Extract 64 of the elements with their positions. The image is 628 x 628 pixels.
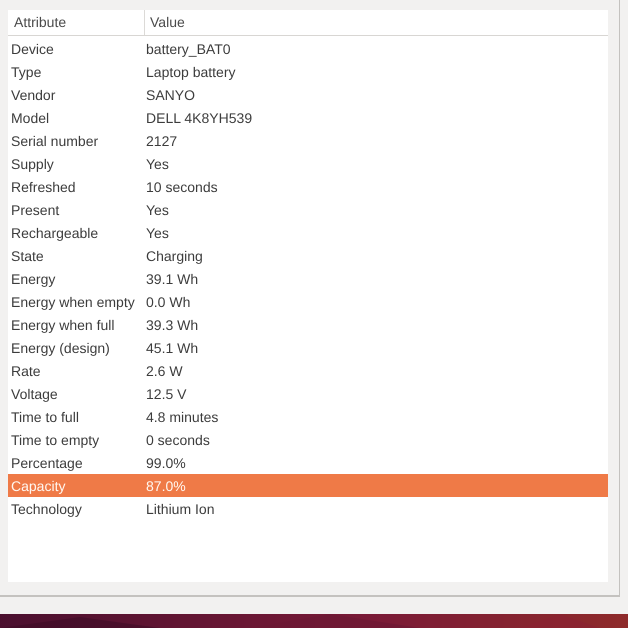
value-cell: 87.0% [146,478,186,494]
attribute-cell-text: Refreshed [10,178,77,194]
attribute-cell-text: Energy when full [10,316,116,332]
value-cell: 45.1 Wh [146,340,198,356]
attribute-cell-text: State [10,248,45,264]
value-cell: 0 seconds [146,432,210,448]
column-header[interactable]: Value [145,10,608,35]
table-row[interactable]: Device battery_BAT0 [8,37,608,60]
attribute-cell-text: Device [10,40,55,56]
value-cell: 0.0 Wh [146,294,190,310]
table-row[interactable]: Time to empty 0 seconds [8,428,608,451]
table-row[interactable]: Type Laptop battery [8,60,608,83]
value-cell: 12.5 V [146,386,186,402]
attribute-cell-text: Voltage [10,386,59,402]
attribute-cell-text: Rechargeable [10,224,100,240]
attribute-cell-text: Time to empty [10,432,100,448]
table-row[interactable]: Serial number 2127 [8,129,608,152]
attribute-cell-text: Percentage [10,454,84,470]
table-row[interactable]: Model DELL 4K8YH539 [8,106,608,129]
table-row[interactable]: Percentage 99.0% [8,451,608,474]
value-cell: SANYO [146,86,196,102]
attribute-cell-text: Vendor [10,86,56,102]
attribute-cell-text: Serial number [10,132,100,148]
attribute-cell-text: Model [10,110,50,126]
attribute-cell-text: Time to full [10,408,80,424]
table-row[interactable]: Refreshed 10 seconds [8,175,608,198]
value-cell: 99.0% [146,454,186,470]
value-cell: 4.8 minutes [146,408,218,424]
attribute-cell-text: Energy [10,270,56,286]
attribute-cell-text: Supply [10,156,55,172]
value-cell: 39.1 Wh [146,270,198,286]
attribute-cell-text: Capacity [10,478,66,494]
value-cell: 2127 [146,132,178,148]
value-cell: Laptop battery [146,64,236,80]
value-cell: Yes [146,224,169,240]
attribute-cell-text: Energy when empty [10,294,136,310]
table-row[interactable]: Rechargeable Yes [8,221,608,244]
attribute-cell-text: Type [10,64,42,80]
value-cell: 2.6 W [146,362,183,378]
table-row[interactable]: Energy when empty 0.0 Wh [8,290,608,313]
attribute-cell-text: Technology [10,500,83,516]
table-row[interactable]: Present Yes [8,198,608,221]
table-row[interactable]: State Charging [8,244,608,267]
table-row[interactable]: Energy (design) 45.1 Wh [8,336,608,359]
table-row[interactable]: Time to full 4.8 minutes [8,405,608,428]
table-row[interactable]: Supply Yes [8,152,608,175]
attribute-cell-text: Energy (design) [10,340,111,356]
value-cell: 39.3 Wh [146,316,198,332]
table-row[interactable]: Vendor SANYO [8,83,608,106]
attribute-cell-text: Present [10,202,60,218]
value-cell: DELL 4K8YH539 [146,110,252,126]
value-cell: 10 seconds [146,178,218,194]
value-cell: Yes [146,202,169,218]
value-cell: Lithium Ion [146,500,214,516]
table-row[interactable]: Energy when full 39.3 Wh [8,313,608,336]
value-cell: Yes [146,156,169,172]
value-cell: battery_BAT0 [146,40,231,56]
column-header[interactable]: Attribute [8,10,145,35]
table-row[interactable]: Rate 2.6 W [8,359,608,382]
table-row[interactable]: Energy 39.1 Wh [8,267,608,290]
value-cell: Charging [146,248,203,264]
table-row[interactable]: Technology Lithium Ion [8,497,608,520]
attribute-cell-text: Rate [10,362,42,378]
table-row[interactable]: Voltage 12.5 V [8,382,608,405]
